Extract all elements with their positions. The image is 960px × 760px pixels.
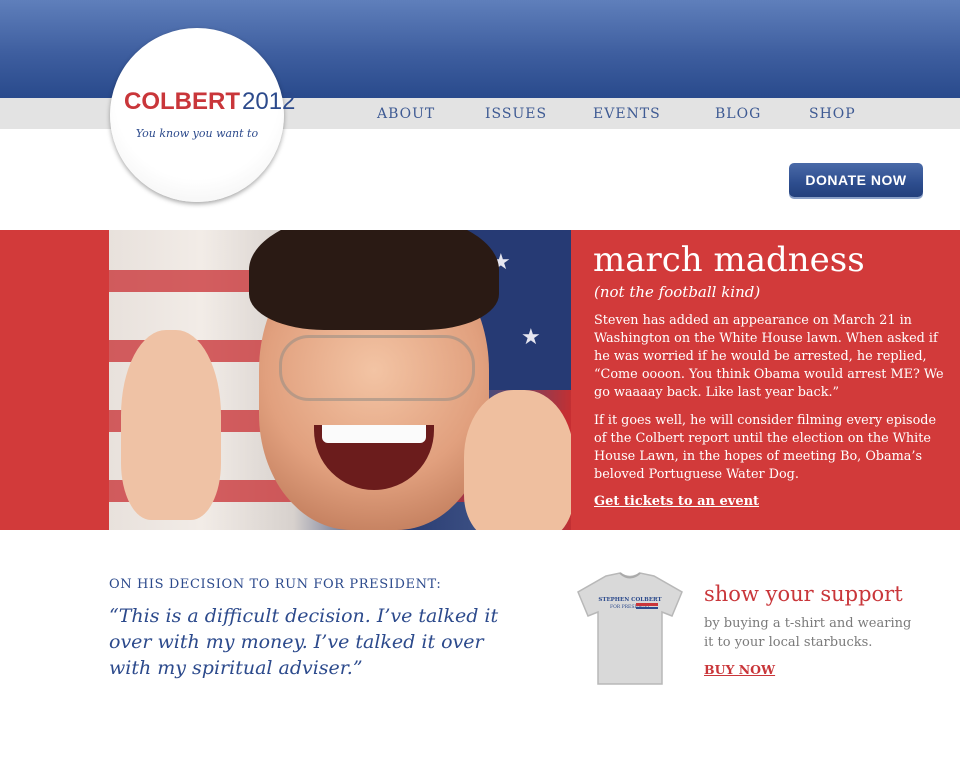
nav-about[interactable]: ABOUT [377, 106, 435, 122]
logo-name: COLBERT [124, 88, 240, 115]
nav-issues[interactable]: ISSUES [485, 106, 547, 122]
hero-paragraph-1: Steven has added an appearance on March … [594, 313, 944, 400]
hair [249, 230, 499, 330]
donate-button[interactable]: DONATE NOW [789, 163, 923, 197]
tickets-link[interactable]: Get tickets to an event [594, 494, 759, 509]
nav-shop[interactable]: SHOP [809, 106, 856, 122]
quote-label: ON HIS DECISION TO RUN FOR PRESIDENT: [109, 577, 442, 592]
logo-year: 2012 [242, 88, 296, 115]
support-title: show your support [704, 582, 903, 606]
hero-paragraph-2: If it goes well, he will consider filmin… [594, 413, 937, 482]
nav-blog[interactable]: BLOG [715, 106, 761, 122]
buy-now-link[interactable]: BUY NOW [704, 662, 775, 677]
tshirt-icon[interactable]: STEPHEN COLBERT FOR PRESIDENT [576, 572, 684, 688]
nav-events[interactable]: EVENTS [593, 106, 661, 122]
logo-badge[interactable]: COLBERT2012 You know you want to [110, 28, 295, 202]
hand-left [121, 330, 221, 520]
hero-title: march madness [593, 240, 865, 280]
hero-photo: ★ ★ ★ ★ [109, 230, 571, 530]
tshirt-print-line1: STEPHEN COLBERT [598, 597, 662, 603]
hero-subtitle: (not the football kind) [594, 283, 761, 301]
logo-tagline: You know you want to [135, 127, 259, 140]
logo-wordmark: COLBERT2012 [124, 88, 295, 116]
star-icon: ★ [521, 325, 541, 350]
quote-text: “This is a difficult decision. I’ve talk… [109, 605, 499, 679]
hand-right [464, 390, 571, 530]
support-text: by buying a t-shirt and wearing it to yo… [704, 616, 912, 650]
glasses [279, 335, 475, 401]
